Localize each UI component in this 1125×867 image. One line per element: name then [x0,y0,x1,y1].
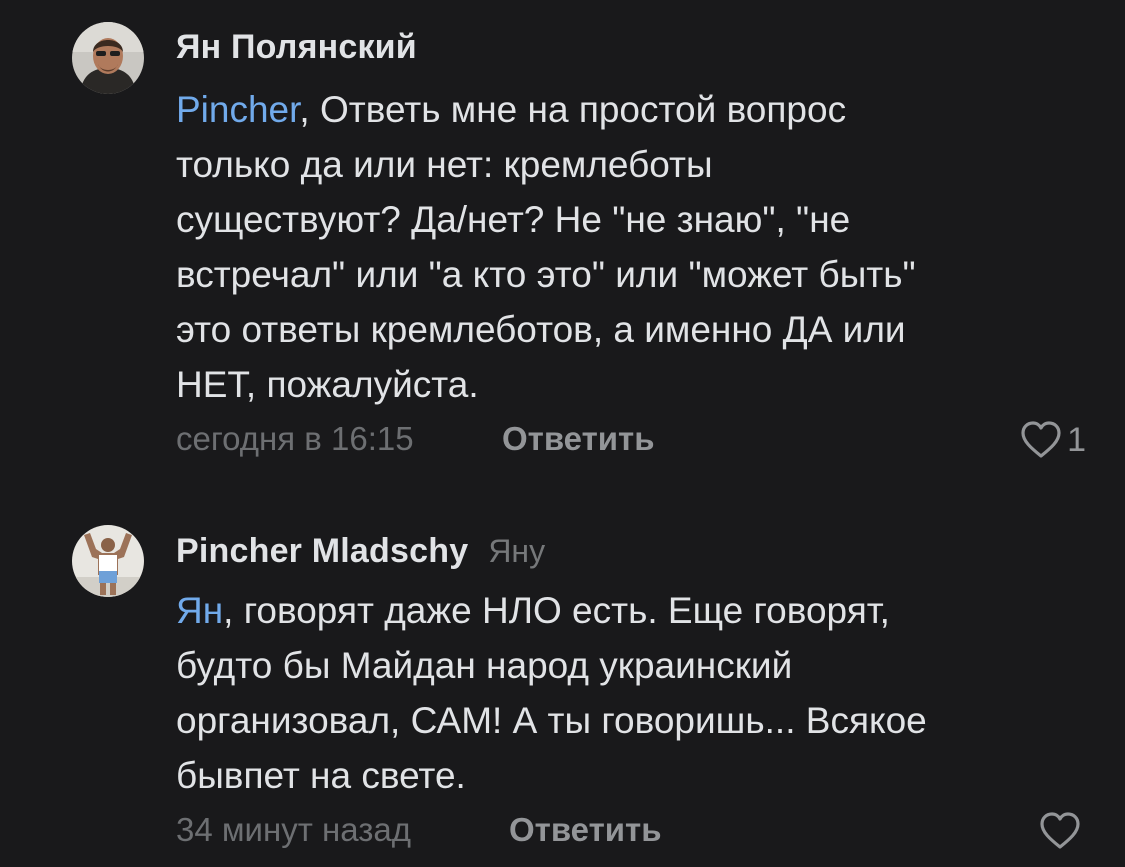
comment-text-line: это ответы кремлеботов, а именно ДА или [176,309,906,350]
comment-author-name[interactable]: Pincher Mladschy [176,532,468,571]
comment-text-line: организовал, САМ! А ты говоришь... Всяко… [176,700,927,741]
comment-text-line: бывпет на свете. [176,755,466,796]
like-button[interactable] [1038,811,1086,851]
author-avatar[interactable] [72,22,144,94]
comment-item: Ян Полянский Pincher, Ответь мне на прос… [0,0,1125,480]
reply-button[interactable]: Ответить [509,811,662,849]
comment-text-line: НЕТ, пожалуйста. [176,364,479,405]
comment-text-line: встречал" или "а кто это" или "может быт… [176,254,916,295]
avatar-photo-icon [72,22,144,94]
heart-outline-icon [1040,812,1080,849]
mention-link[interactable]: Pincher [176,89,299,130]
reply-button[interactable]: Ответить [502,420,655,458]
mention-link[interactable]: Ян [176,590,223,631]
like-button[interactable]: 1 [1019,420,1086,460]
avatar-photo-icon [72,525,144,597]
comment-text: Pincher, Ответь мне на простой вопрос то… [176,82,1076,412]
comment-text-line: только да или нет: кремлеботы [176,144,713,185]
heart-outline-icon [1021,421,1061,458]
comment-text-fragment: , Ответь мне на простой вопрос [299,89,847,130]
comment-text-line: Ян, говорят даже НЛО есть. Еще говорят, [176,583,1076,638]
comment-text-fragment: , говорят даже НЛО есть. Еще говорят, [223,590,890,631]
comment-item: Pincher Mladschy Яну Ян, говорят даже НЛ… [0,480,1125,867]
reply-to-label[interactable]: Яну [488,533,545,570]
comment-author-name[interactable]: Ян Полянский [176,28,417,67]
comment-text-line: будто бы Майдан народ украинский [176,645,793,686]
comment-footer: сегодня в 16:15 Ответить 1 [176,420,1086,464]
comment-text-line: Pincher, Ответь мне на простой вопрос [176,82,1076,137]
comment-timestamp: сегодня в 16:15 [176,420,414,457]
comment-timestamp: 34 минут назад [176,811,411,848]
author-avatar[interactable] [72,525,144,597]
like-count: 1 [1067,420,1086,459]
comment-text: Ян, говорят даже НЛО есть. Еще говорят, … [176,583,1076,803]
comment-text-line: существуют? Да/нет? Не "не знаю", "не [176,199,851,240]
comment-footer: 34 минут назад Ответить [176,811,1086,855]
